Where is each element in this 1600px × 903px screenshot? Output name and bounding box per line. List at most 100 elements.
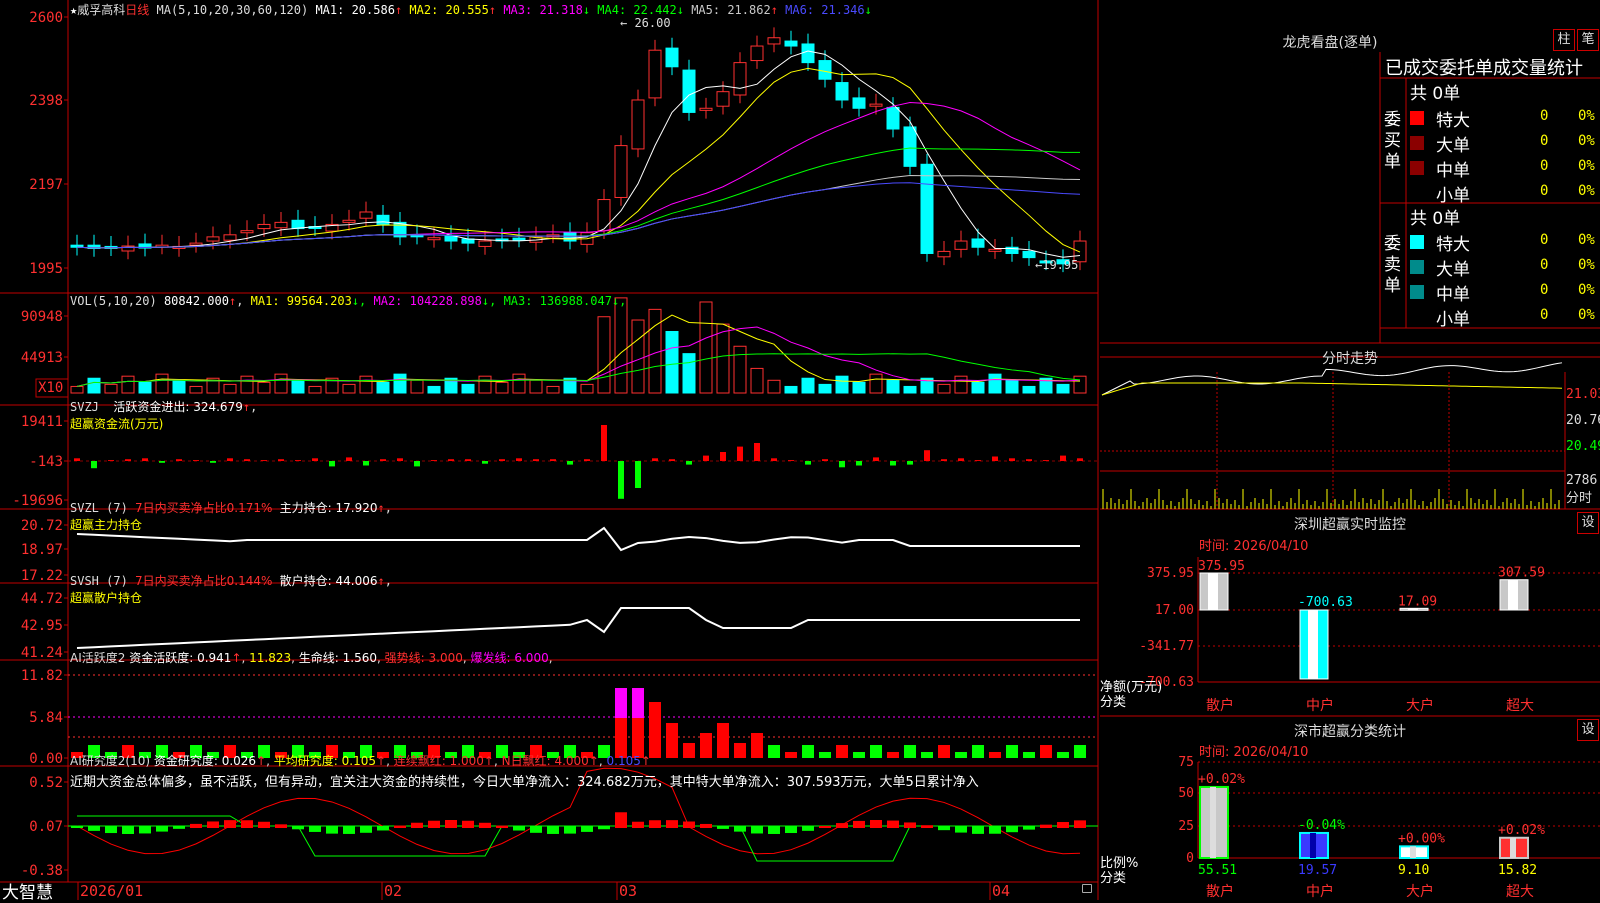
volume-bar xyxy=(274,373,288,394)
sell-row-pct: 0% xyxy=(1578,282,1595,298)
svzj-bar xyxy=(703,455,709,461)
ai1-bar xyxy=(887,752,899,758)
ai2-bar xyxy=(768,826,780,834)
svzj-bar xyxy=(958,458,964,461)
candle xyxy=(121,245,135,252)
buy-color-icon xyxy=(1410,161,1424,175)
svzj-axis-tick: -19696 xyxy=(12,493,63,509)
ai1-bar xyxy=(802,745,814,758)
svzj-bar xyxy=(856,461,862,466)
sz-settings-button[interactable]: 设 xyxy=(1577,512,1599,534)
ai2-bar xyxy=(411,822,423,828)
ai1-life: 生命线: 1.560 xyxy=(298,651,377,665)
ma-value-1: MA1: 20.586 xyxy=(315,3,395,17)
buy-row-count: 0 xyxy=(1540,183,1549,199)
buy-color-icon xyxy=(1410,136,1424,150)
volume-bar xyxy=(886,379,900,394)
candle xyxy=(631,99,645,150)
fl-category-label: 超大 xyxy=(1506,884,1534,900)
ai1-bar xyxy=(785,752,797,758)
ai1-axis-tick: 0.00 xyxy=(29,751,63,767)
sz-value-label: 17.09 xyxy=(1398,594,1437,609)
volume-bar xyxy=(410,379,424,394)
volume-bar xyxy=(716,323,730,394)
svzj-bar xyxy=(924,450,930,461)
ai1-bar xyxy=(1040,745,1052,758)
svzj-bar xyxy=(193,460,199,461)
vol-ma-1: MA1: 99564.203 xyxy=(250,294,352,308)
volume-bar xyxy=(988,373,1002,394)
price-axis-tick: 2398 xyxy=(29,93,63,109)
volume-bar xyxy=(597,316,611,394)
tick-mode-button[interactable]: 笔 xyxy=(1577,29,1599,51)
svsh-sub: 超赢散户持仓 xyxy=(70,591,143,605)
sz-category-label: 散户 xyxy=(1206,697,1234,714)
ai2-bar xyxy=(1057,822,1069,828)
fs-axis-label: 20.76 xyxy=(1566,413,1600,428)
sell-color-icon xyxy=(1410,285,1424,299)
svzj-bar xyxy=(907,461,913,465)
svzj-bar xyxy=(278,459,284,461)
vol-unit: X10 xyxy=(38,380,63,396)
buy-total: 共 0单 xyxy=(1410,84,1461,104)
sell-total: 共 0单 xyxy=(1410,209,1461,229)
svzj-bar xyxy=(1060,455,1066,461)
svzj-bar xyxy=(414,461,420,467)
buy-row-label: 小单 xyxy=(1436,186,1470,206)
lock-icon[interactable] xyxy=(1082,884,1092,893)
ai2-cont: 连续飘红: 1.000 xyxy=(393,754,484,768)
ai2-bar xyxy=(955,826,967,833)
volume-bar xyxy=(495,381,509,394)
buy-row-count: 0 xyxy=(1540,158,1549,174)
ai2-bar xyxy=(904,822,916,828)
ai2-bar xyxy=(275,824,287,828)
ai2-bar xyxy=(887,820,899,828)
low-marker: ←19.95 xyxy=(1035,258,1078,272)
svsh-hold: 散户持仓: 44.006 xyxy=(279,574,378,588)
candle xyxy=(852,97,866,109)
ai2-bar xyxy=(292,826,304,830)
vol-ma2-line xyxy=(76,326,1081,387)
ai2-bar xyxy=(479,822,491,828)
ai1-name: AI活跃度2 xyxy=(70,651,126,665)
volume-bar xyxy=(87,377,101,394)
ai2-header: AI研究度2(10) 资金研究度: 0.026↑, 平均研究度: 0.105↑,… xyxy=(70,754,651,768)
svzj-bar xyxy=(720,452,726,461)
buy-color-icon xyxy=(1410,111,1424,125)
volume-bar xyxy=(954,375,968,394)
svzj-bar xyxy=(159,461,165,463)
candle xyxy=(1022,250,1036,259)
svzl-axis-tick: 20.72 xyxy=(21,518,63,534)
volume-bar xyxy=(104,383,118,394)
sell-row-pct: 0% xyxy=(1578,232,1595,248)
bar-mode-button[interactable]: 柱 xyxy=(1553,29,1575,51)
period-label[interactable]: 日线 xyxy=(125,3,149,17)
volume-bar xyxy=(1022,385,1036,394)
ai2-bar xyxy=(530,826,542,833)
ai2-bar xyxy=(122,826,134,834)
date-label: 02 xyxy=(384,882,402,900)
fl-axis-label: 25 xyxy=(1178,819,1194,834)
svzj-bar xyxy=(873,457,879,461)
sell-color-icon xyxy=(1410,235,1424,249)
ai2-last: 0.105 xyxy=(606,754,641,768)
sz-time: 时间: 2026/04/10 xyxy=(1199,539,1309,554)
vol-ma1-line xyxy=(76,314,1081,387)
fs-avg-line xyxy=(1101,382,1563,396)
ai1-strong: 强势线: 3.000 xyxy=(384,651,463,665)
fl-settings-button[interactable]: 设 xyxy=(1577,719,1599,741)
svzj-bar xyxy=(1026,459,1032,461)
ma-values: MA1: 20.586↑ MA2: 20.555↑ MA3: 21.318↓ M… xyxy=(315,3,872,17)
svzj-name: SVZJ xyxy=(70,400,99,414)
candle xyxy=(614,145,628,198)
candle xyxy=(835,82,849,101)
volume-bar xyxy=(461,383,475,394)
ai1-bar xyxy=(904,745,916,758)
ai1-bar xyxy=(1057,752,1069,758)
volume-bar xyxy=(1005,379,1019,394)
vol-ma-3: MA3: 136988.047 xyxy=(503,294,612,308)
svzj-axis-tick: -143 xyxy=(29,454,63,470)
candle xyxy=(206,236,220,242)
svzj-bar xyxy=(669,459,675,461)
fl-ylabel: 比例% 分类 xyxy=(1100,856,1139,886)
